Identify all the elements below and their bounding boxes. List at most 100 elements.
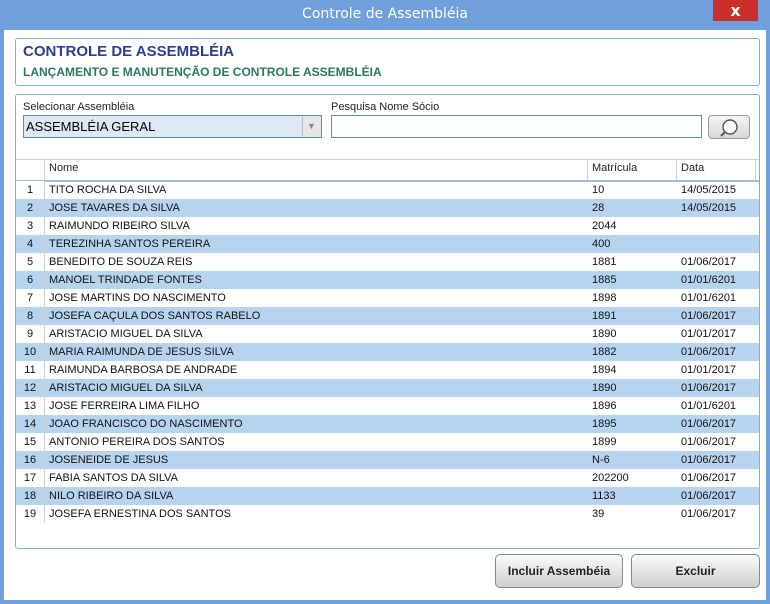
chevron-down-icon[interactable]: ▼ — [302, 117, 320, 136]
window: Controle de Assembléia x CONTROLE DE ASS… — [0, 0, 770, 604]
cell-nome: JOSEFA ERNESTINA DOS SANTOS — [49, 508, 231, 520]
cell-data: 01/01/2017 — [681, 328, 737, 340]
row-number: 16 — [16, 451, 45, 469]
column-header-data[interactable]: Data — [681, 162, 704, 174]
cell-data: 01/06/2017 — [681, 436, 737, 448]
table-row[interactable]: 15 ANTONIO PEREIRA DOS SANTOS 1899 01/06/20… — [16, 433, 759, 451]
table-row[interactable]: 16 JOSENEIDE DE JESUS N-6 01/06/2017 — [16, 451, 759, 469]
cell-data: 01/01/6201 — [681, 274, 737, 286]
cell-nome: TITO ROCHA DA SILVA — [49, 184, 167, 196]
column-header-matricula[interactable]: Matrícula — [592, 162, 637, 174]
close-button[interactable]: x — [713, 0, 758, 21]
search-icon — [720, 119, 738, 137]
cell-matricula: 10 — [592, 184, 605, 196]
table-row[interactable]: 18 NILO RIBEIRO DA SILVA 1133 01/06/2017 — [16, 487, 759, 505]
table-row[interactable]: 11 RAIMUNDA BARBOSA DE ANDRADE 1894 01/01/2… — [16, 361, 759, 379]
table-row[interactable]: 9 ARISTACIO MIGUEL DA SILVA 1890 01/01/2017 — [16, 325, 759, 343]
cell-matricula: 1890 — [592, 382, 617, 394]
cell-matricula: 400 — [592, 238, 611, 250]
table-row[interactable]: 1 TITO ROCHA DA SILVA 10 14/05/2015 — [16, 181, 759, 199]
cell-matricula: 1882 — [592, 346, 617, 358]
cell-data: 01/01/6201 — [681, 292, 737, 304]
column-separator — [44, 160, 45, 180]
table-row[interactable]: 4 TEREZINHA SANTOS PEREIRA 400 — [16, 235, 759, 253]
table-row[interactable]: 17 FABIA SANTOS DA SILVA 202200 01/06/2017 — [16, 469, 759, 487]
table-row[interactable]: 10 MARIA RAIMUNDA DE JESUS SILVA 1882 01/06… — [16, 343, 759, 361]
row-number: 4 — [16, 235, 45, 253]
cell-nome: RAIMUNDO RIBEIRO SILVA — [49, 220, 190, 232]
table-row[interactable]: 7 JOSE MARTINS DO NASCIMENTO 1898 01/01/620… — [16, 289, 759, 307]
row-number: 13 — [16, 397, 45, 415]
assembleia-label: Selecionar Assembléia — [23, 101, 135, 113]
cell-matricula: N-6 — [592, 454, 610, 466]
table-row[interactable]: 2 JOSE TAVARES DA SILVA 28 14/05/2015 — [16, 199, 759, 217]
cell-data: 01/06/2017 — [681, 472, 737, 484]
cell-data: 01/06/2017 — [681, 508, 737, 520]
window-title: Controle de Assembléia — [302, 6, 468, 22]
title-bar[interactable]: Controle de Assembléia x — [0, 0, 770, 30]
cell-matricula: 1885 — [592, 274, 617, 286]
table-row[interactable]: 14 JOAO FRANCISCO DO NASCIMENTO 1895 01/06/… — [16, 415, 759, 433]
row-number: 9 — [16, 325, 45, 343]
cell-data: 01/06/2017 — [681, 418, 737, 430]
table-row[interactable]: 12 ARISTACIO MIGUEL DA SILVA 1890 01/06/201… — [16, 379, 759, 397]
incluir-assembleia-button[interactable]: Incluir Assembéia — [495, 554, 623, 588]
cell-matricula: 1895 — [592, 418, 617, 430]
grid-header: Nome Matrícula Data — [16, 159, 759, 182]
cell-data: 01/06/2017 — [681, 256, 737, 268]
members-grid[interactable]: Nome Matrícula Data 1 TITO ROCHA DA SILVA… — [16, 159, 759, 523]
cell-nome: BENEDITO DE SOUZA REIS — [49, 256, 193, 268]
cell-nome: JOSE FERREIRA LIMA FILHO — [49, 400, 200, 412]
table-row[interactable]: 3 RAIMUNDO RIBEIRO SILVA 2044 — [16, 217, 759, 235]
cell-nome: JOSE TAVARES DA SILVA — [49, 202, 180, 214]
cell-nome: JOSENEIDE DE JESUS — [49, 454, 169, 466]
cell-nome: JOAO FRANCISCO DO NASCIMENTO — [49, 418, 243, 430]
row-number: 10 — [16, 343, 45, 361]
column-separator — [676, 160, 677, 180]
table-row[interactable]: 8 JOSEFA CAÇULA DOS SANTOS RABELO 1891 01/0… — [16, 307, 759, 325]
row-number: 14 — [16, 415, 45, 433]
cell-nome: FABIA SANTOS DA SILVA — [49, 472, 178, 484]
row-number: 8 — [16, 307, 45, 325]
row-number: 3 — [16, 217, 45, 235]
column-header-nome[interactable]: Nome — [49, 162, 78, 174]
search-button[interactable] — [708, 115, 750, 139]
row-number: 12 — [16, 379, 45, 397]
row-number: 7 — [16, 289, 45, 307]
page-subtitle: LANÇAMENTO E MANUTENÇÃO DE CONTROLE ASSE… — [23, 65, 382, 79]
search-label: Pesquisa Nome Sócio — [331, 101, 440, 113]
grid-rows: 1 TITO ROCHA DA SILVA 10 14/05/2015 2 JOSE T… — [16, 181, 759, 523]
cell-matricula: 1890 — [592, 328, 617, 340]
cell-data: 01/06/2017 — [681, 382, 737, 394]
cell-nome: NILO RIBEIRO DA SILVA — [49, 490, 174, 502]
page-title: CONTROLE DE ASSEMBLÉIA — [23, 43, 235, 60]
column-separator — [755, 160, 756, 180]
content-panel: Selecionar Assembléia ASSEMBLÉIA GERAL ▼… — [15, 94, 760, 549]
cell-nome: ARISTACIO MIGUEL DA SILVA — [49, 382, 203, 394]
row-number: 1 — [16, 181, 45, 199]
search-input[interactable] — [331, 115, 702, 138]
table-row[interactable]: 6 MANOEL TRINDADE FONTES 1885 01/01/6201 — [16, 271, 759, 289]
table-row[interactable]: 19 JOSEFA ERNESTINA DOS SANTOS 39 01/06/201… — [16, 505, 759, 523]
cell-data: 01/06/2017 — [681, 490, 737, 502]
cell-matricula: 1896 — [592, 400, 617, 412]
cell-matricula: 1891 — [592, 310, 617, 322]
cell-matricula: 28 — [592, 202, 605, 214]
row-number: 5 — [16, 253, 45, 271]
excluir-button[interactable]: Excluir — [631, 554, 760, 588]
cell-data: 01/06/2017 — [681, 454, 737, 466]
cell-nome: JOSE MARTINS DO NASCIMENTO — [49, 292, 226, 304]
row-number: 19 — [16, 505, 45, 523]
cell-matricula: 2044 — [592, 220, 617, 232]
cell-nome: JOSEFA CAÇULA DOS SANTOS RABELO — [49, 310, 261, 322]
column-separator — [587, 160, 588, 180]
cell-data: 01/06/2017 — [681, 346, 737, 358]
table-row[interactable]: 5 BENEDITO DE SOUZA REIS 1881 01/06/2017 — [16, 253, 759, 271]
assembleia-select[interactable]: ASSEMBLÉIA GERAL ▼ — [23, 115, 322, 138]
table-row[interactable]: 13 JOSE FERREIRA LIMA FILHO 1896 01/01/6201 — [16, 397, 759, 415]
cell-data: 01/06/2017 — [681, 310, 737, 322]
cell-data: 01/01/6201 — [681, 400, 737, 412]
row-number: 15 — [16, 433, 45, 451]
row-number: 6 — [16, 271, 45, 289]
cell-matricula: 1899 — [592, 436, 617, 448]
